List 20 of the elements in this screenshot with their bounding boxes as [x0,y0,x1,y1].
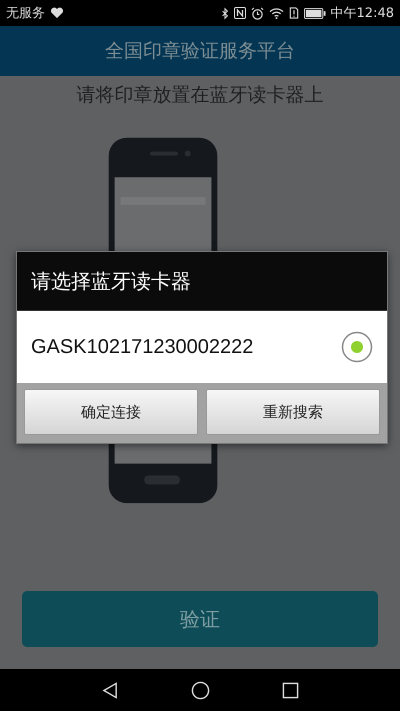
device-name: GASK102171230002222 [31,336,254,358]
dialog-button[interactable]: 确定连接 [24,389,198,435]
device-item[interactable]: GASK102171230002222 [17,311,387,383]
recents-icon[interactable] [282,682,298,698]
back-icon[interactable] [102,682,118,698]
sim-icon [288,7,299,19]
dialog-title: 请选择蓝牙读卡器 [17,252,387,311]
radio-button[interactable] [341,331,373,363]
dialog-button[interactable]: 重新搜索 [206,389,380,435]
carrier-text: 无服务 [6,5,45,22]
clock-text: 中午12:48 [330,5,394,22]
home-icon[interactable] [190,680,210,700]
heart-icon [50,7,64,19]
battery-icon [304,8,326,18]
nfc-icon [234,7,246,19]
header-title: 全国印章验证服务平台 [105,39,295,64]
alarm-icon [250,6,264,20]
wifi-icon [268,7,284,19]
instruction-text: 请将印章放置在蓝牙读卡器上 [76,83,324,108]
bluetooth-icon [220,6,229,20]
